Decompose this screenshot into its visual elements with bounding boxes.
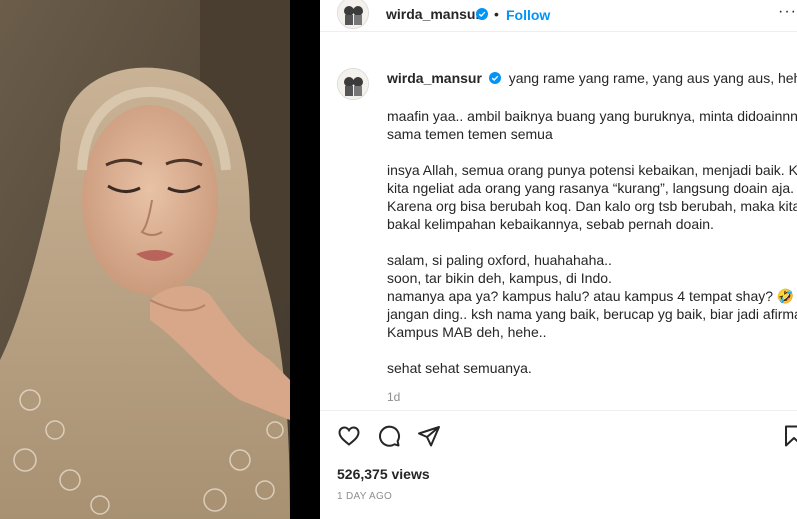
header-username[interactable]: wirda_mansur (386, 6, 481, 22)
comment-icon[interactable] (377, 424, 401, 448)
video-frame-image (0, 0, 290, 519)
post-date[interactable]: 1 DAY AGO (337, 491, 392, 502)
caption-line: salam, si paling oxford, huahahaha.. (387, 252, 612, 268)
verified-badge-icon (488, 72, 501, 84)
caption-avatar[interactable] (337, 68, 369, 100)
caption-line: sehat sehat semuanya. (387, 360, 532, 376)
view-count[interactable]: 526,375 views (337, 466, 430, 482)
caption-line: soon, tar bikin deh, kampus, di Indo. (387, 270, 612, 286)
caption-line: kita ngeliat ada orang yang rasanya “kur… (387, 180, 795, 196)
send-icon[interactable] (417, 424, 441, 448)
post-media[interactable] (0, 0, 290, 519)
verified-badge-icon (476, 8, 488, 20)
caption-first-line: yang rame yang rame, yang aus yang aus, … (508, 70, 797, 86)
caption-line: insya Allah, semua orang punya potensi k… (387, 162, 797, 178)
follow-button[interactable]: Follow (506, 7, 550, 23)
media-gutter (290, 0, 320, 519)
header-separator-dot: • (494, 6, 499, 22)
caption-timestamp[interactable]: 1d (387, 390, 400, 404)
heart-icon[interactable] (337, 424, 361, 448)
post-side-panel: wirda_mansur • Follow ··· wirda_mansur y… (320, 0, 797, 519)
bookmark-icon[interactable] (782, 424, 797, 448)
post-header: wirda_mansur • Follow ··· (320, 0, 797, 32)
avatar-image (338, 0, 368, 28)
caption-line: namanya apa ya? kampus halu? atau kampus… (387, 288, 795, 304)
avatar-image (338, 69, 368, 99)
avatar[interactable] (337, 0, 369, 29)
caption-username[interactable]: wirda_mansur (387, 70, 482, 86)
more-options-icon[interactable]: ··· (778, 3, 797, 21)
caption-line: sama temen temen semua (387, 126, 553, 142)
caption-line: Karena org bisa berubah koq. Dan kalo or… (387, 198, 797, 214)
caption-line: bakal kelimpahan kebaikannya, sebab pern… (387, 216, 714, 232)
caption-line: jangan ding.. ksh nama yang baik, beruca… (387, 306, 797, 322)
divider (320, 410, 797, 411)
caption-line: Kampus MAB deh, hehe.. (387, 324, 547, 340)
caption-line: maafin yaa.. ambil baiknya buang yang bu… (387, 108, 797, 124)
